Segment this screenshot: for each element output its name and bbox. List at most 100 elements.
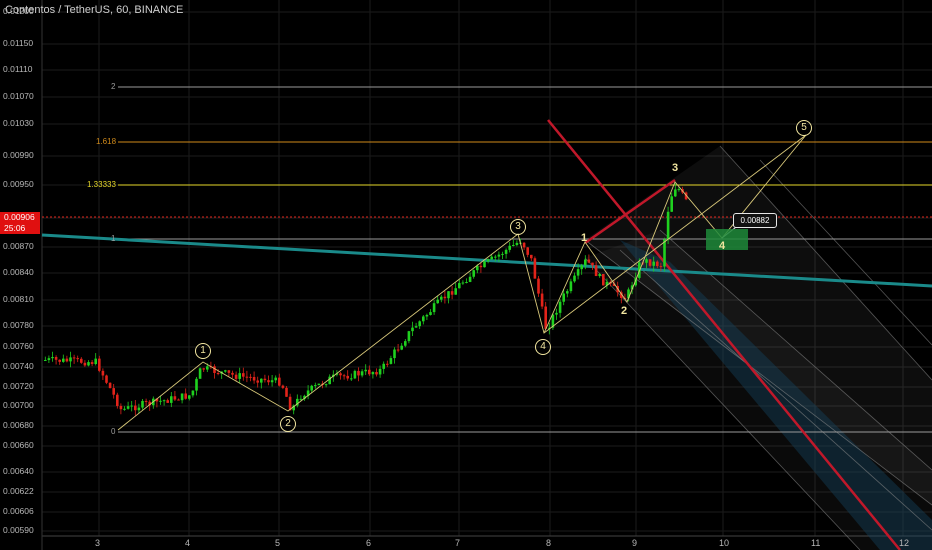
candle-body — [562, 293, 565, 302]
candle-body — [281, 385, 285, 388]
candle-body — [540, 293, 544, 307]
candle-body — [368, 369, 371, 375]
candle-body — [602, 274, 605, 286]
candle-body — [504, 249, 508, 254]
price-tick: 0.00606 — [3, 506, 34, 516]
candle-body — [69, 357, 72, 362]
price-tick: 0.00740 — [3, 361, 34, 371]
candle-body — [65, 358, 69, 362]
wave-label-circled-1: 1 — [195, 343, 211, 359]
candle-body — [483, 261, 486, 268]
candle-body — [116, 394, 119, 406]
candle-body — [591, 262, 594, 266]
candle-body — [123, 408, 126, 410]
price-tick: 0.00840 — [3, 267, 34, 277]
candle-body — [83, 362, 87, 366]
fib-level-label: 1 — [111, 234, 116, 243]
candle-body — [285, 387, 288, 397]
candle-body — [670, 196, 673, 212]
candle-body — [227, 370, 231, 373]
price-tick: 0.01030 — [3, 118, 34, 128]
candle-body — [324, 384, 328, 386]
time-tick: 7 — [455, 538, 461, 548]
candle-body — [249, 376, 252, 378]
candle-body — [105, 375, 108, 383]
candle-body — [468, 276, 472, 282]
candle-body — [512, 245, 515, 247]
candle-body — [184, 393, 187, 399]
candle-body — [522, 242, 526, 248]
wave-label-3: 3 — [672, 162, 679, 174]
candle-body — [263, 378, 267, 381]
candle-body — [339, 373, 342, 376]
candle-body — [216, 372, 220, 374]
fib-level-label: 2 — [111, 82, 116, 91]
candle-body — [62, 358, 65, 362]
candle-body — [54, 356, 58, 360]
price-tick: 0.00590 — [3, 525, 34, 535]
price-tick: 0.01070 — [3, 91, 34, 101]
candle-body — [584, 259, 587, 266]
chart-area[interactable]: Contentos / TetherUS, 60, BINANCE 0.0120… — [0, 0, 932, 550]
candle-body — [508, 245, 511, 250]
time-tick: 8 — [546, 538, 552, 548]
candle-body — [47, 358, 51, 360]
candle-body — [652, 261, 655, 266]
time-tick: 10 — [719, 538, 730, 548]
candle-body — [130, 405, 133, 407]
candle-body — [234, 374, 238, 379]
time-tick: 12 — [899, 538, 910, 548]
candle-body — [137, 407, 141, 411]
price-tick: 0.01200 — [3, 6, 34, 16]
candle-body — [364, 369, 367, 372]
candle-body — [346, 375, 349, 379]
candle-body — [278, 377, 281, 386]
candle-body — [58, 359, 61, 362]
candle-body — [386, 363, 389, 365]
candle-body — [440, 296, 443, 300]
candle-body — [659, 266, 663, 268]
time-tick: 4 — [185, 538, 191, 548]
candle-body — [418, 321, 421, 327]
candle-body — [526, 247, 529, 255]
time-tick: 5 — [275, 538, 281, 548]
candle-body — [119, 405, 123, 410]
candle-body — [479, 265, 483, 268]
candle-body — [674, 189, 677, 197]
price-tick: 0.00680 — [3, 420, 34, 430]
candle-body — [310, 385, 313, 391]
candle-body — [256, 380, 259, 383]
candle-body — [436, 299, 439, 304]
candle-body — [112, 388, 115, 395]
candle-body — [231, 372, 234, 375]
candle-body — [396, 349, 400, 351]
candle-body — [202, 368, 205, 370]
candle-body — [166, 400, 169, 403]
candle-body — [443, 296, 447, 299]
candle-body — [224, 370, 227, 372]
candle-body — [393, 349, 396, 359]
wave-label-2: 2 — [621, 305, 628, 317]
price-tick: 0.00640 — [3, 466, 34, 476]
fib-level-label: 1.618 — [96, 137, 117, 146]
candle-body — [76, 358, 79, 360]
candle-body — [666, 211, 670, 240]
candle-body — [400, 345, 403, 350]
target-price-callout[interactable]: 0.00882 — [733, 213, 777, 228]
candle-body — [245, 376, 249, 378]
candle-body — [648, 259, 652, 266]
wave-label-circled-3: 3 — [510, 219, 526, 235]
candle-body — [656, 261, 659, 267]
price-tick: 0.00810 — [3, 294, 34, 304]
price-chart[interactable] — [0, 0, 932, 550]
candle-body — [51, 356, 54, 359]
candle-body — [515, 242, 519, 246]
target-zone-box — [706, 229, 748, 250]
candle-body — [414, 326, 418, 328]
time-tick: 9 — [632, 538, 638, 548]
candle-body — [80, 358, 83, 363]
price-tick: 0.00990 — [3, 150, 34, 160]
candle-body — [126, 406, 130, 409]
candle-body — [94, 358, 97, 365]
candle-body — [569, 281, 573, 292]
